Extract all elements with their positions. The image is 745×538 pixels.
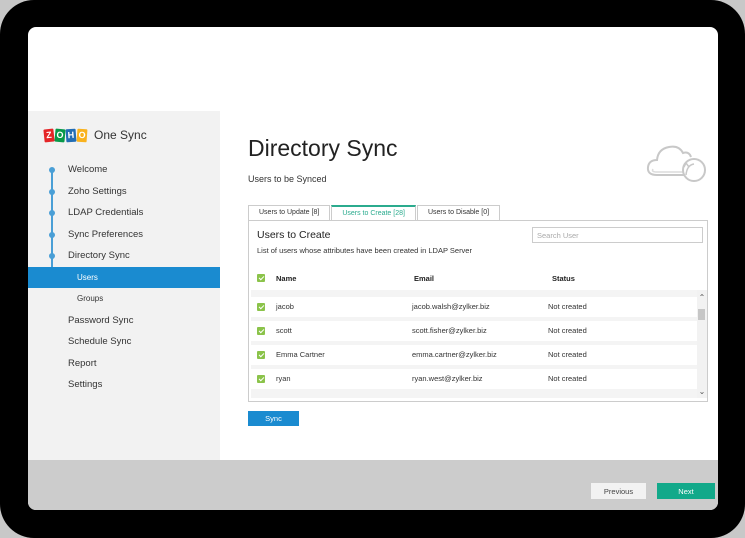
sidebar-item-sync-preferences[interactable]: Sync Preferences [28, 224, 220, 246]
cloud-sync-icon [646, 145, 706, 182]
row-checkbox[interactable] [257, 375, 265, 383]
row-checkbox[interactable] [257, 327, 265, 335]
column-header-status: Status [552, 274, 575, 283]
table-row[interactable]: jacob jacob.walsh@zylker.biz Not created [251, 297, 699, 317]
sidebar-item-schedule-sync[interactable]: Schedule Sync [28, 331, 220, 353]
row-checkbox[interactable] [257, 351, 265, 359]
sidebar-item-label: Schedule Sync [68, 336, 132, 347]
next-button[interactable]: Next [657, 483, 715, 499]
table-scrollbar[interactable]: ⌃ ⌄ [697, 290, 707, 398]
row-checkbox[interactable] [257, 303, 265, 311]
page-title: Directory Sync [248, 135, 398, 161]
column-header-email: Email [414, 274, 435, 283]
app-name: One Sync [94, 128, 147, 142]
step-dot-icon [49, 231, 55, 238]
sidebar-item-label: Settings [68, 379, 103, 390]
table-row[interactable]: Emma Cartner emma.cartner@zylker.biz Not… [251, 345, 699, 365]
sidebar-item-groups[interactable]: Groups [28, 288, 220, 310]
logo-letter: Z [43, 128, 55, 142]
sidebar-item-label: Zoho Settings [68, 185, 127, 197]
tab-users-to-disable[interactable]: Users to Disable [0] [416, 205, 501, 220]
sync-button[interactable]: Sync [248, 411, 299, 426]
column-header-name: Name [276, 274, 297, 283]
sidebar-item-users[interactable]: Users [28, 266, 220, 288]
tab-bar: Users to Update [8] Users to Create [28]… [248, 205, 501, 220]
user-status: Not created [548, 374, 587, 383]
sidebar-item-label: Sync Preferences [68, 228, 143, 240]
step-dot-icon [49, 188, 55, 195]
app-logo: Z O H O One Sync [43, 128, 147, 142]
user-email: ryan.west@zylker.biz [412, 374, 483, 383]
table-body: jacob jacob.walsh@zylker.biz Not created… [251, 290, 699, 398]
sidebar: Z O H O One Sync Welcome Zoho Settings L… [28, 111, 220, 460]
sidebar-item-ldap-credentials[interactable]: LDAP Credentials [28, 202, 220, 224]
app-window: Z O H O One Sync Welcome Zoho Settings L… [28, 27, 718, 510]
logo-letter: O [76, 128, 88, 142]
user-name: jacob [276, 302, 294, 311]
logo-letter: H [65, 128, 77, 142]
table-header: Name Email Status [249, 267, 707, 287]
step-dot-icon [49, 167, 55, 173]
sidebar-item-label: Password Sync [68, 314, 134, 326]
sidebar-item-zoho-settings[interactable]: Zoho Settings [28, 181, 220, 203]
chevron-up-icon[interactable]: ⌃ [698, 293, 706, 302]
table-row[interactable]: scott scott.fisher@zylker.biz Not create… [251, 321, 699, 341]
sidebar-item-report[interactable]: Report [28, 353, 220, 375]
select-all-checkbox[interactable] [257, 274, 265, 282]
sidebar-nav: Welcome Zoho Settings LDAP Credentials S… [28, 159, 220, 396]
user-status: Not created [548, 326, 587, 335]
search-user-input[interactable] [532, 227, 703, 243]
logo-letter: O [54, 128, 66, 142]
footer-bar: Previous Next [28, 460, 718, 510]
step-dot-icon [49, 210, 55, 216]
table-row[interactable]: ryan ryan.west@zylker.biz Not created [251, 369, 699, 389]
user-name: scott [276, 326, 292, 335]
sidebar-item-password-sync[interactable]: Password Sync [28, 310, 220, 332]
scrollbar-thumb[interactable] [698, 309, 705, 320]
user-status: Not created [548, 302, 587, 311]
chevron-down-icon[interactable]: ⌄ [698, 387, 706, 396]
sidebar-item-label: Report [68, 357, 97, 369]
user-name: Emma Cartner [276, 350, 325, 359]
user-email: emma.cartner@zylker.biz [412, 350, 497, 359]
sidebar-item-directory-sync[interactable]: Directory Sync [28, 245, 220, 267]
sidebar-item-label: Directory Sync [68, 250, 130, 261]
sidebar-item-label: LDAP Credentials [68, 207, 144, 218]
user-email: jacob.walsh@zylker.biz [412, 302, 490, 311]
sidebar-item-label: Groups [77, 294, 104, 303]
user-status: Not created [548, 350, 587, 359]
panel-description: List of users whose attributes have been… [257, 246, 472, 255]
previous-button[interactable]: Previous [591, 483, 646, 499]
tab-users-to-update[interactable]: Users to Update [8] [248, 205, 331, 220]
step-dot-icon [49, 253, 55, 259]
tab-users-to-create[interactable]: Users to Create [28] [331, 205, 416, 220]
page-subtitle: Users to be Synced [248, 174, 327, 184]
panel-title: Users to Create [257, 229, 331, 241]
sidebar-item-label: Welcome [68, 164, 108, 175]
users-panel: Users to Create List of users whose attr… [248, 220, 708, 402]
sidebar-item-settings[interactable]: Settings [28, 374, 220, 396]
sidebar-item-welcome[interactable]: Welcome [28, 159, 220, 181]
sidebar-item-label: Users [77, 272, 98, 282]
zoho-logo-icon: Z O H O [43, 128, 88, 142]
user-email: scott.fisher@zylker.biz [412, 326, 487, 335]
main-content: Directory Sync Users to be Synced Users … [220, 111, 718, 460]
user-name: ryan [276, 374, 291, 383]
